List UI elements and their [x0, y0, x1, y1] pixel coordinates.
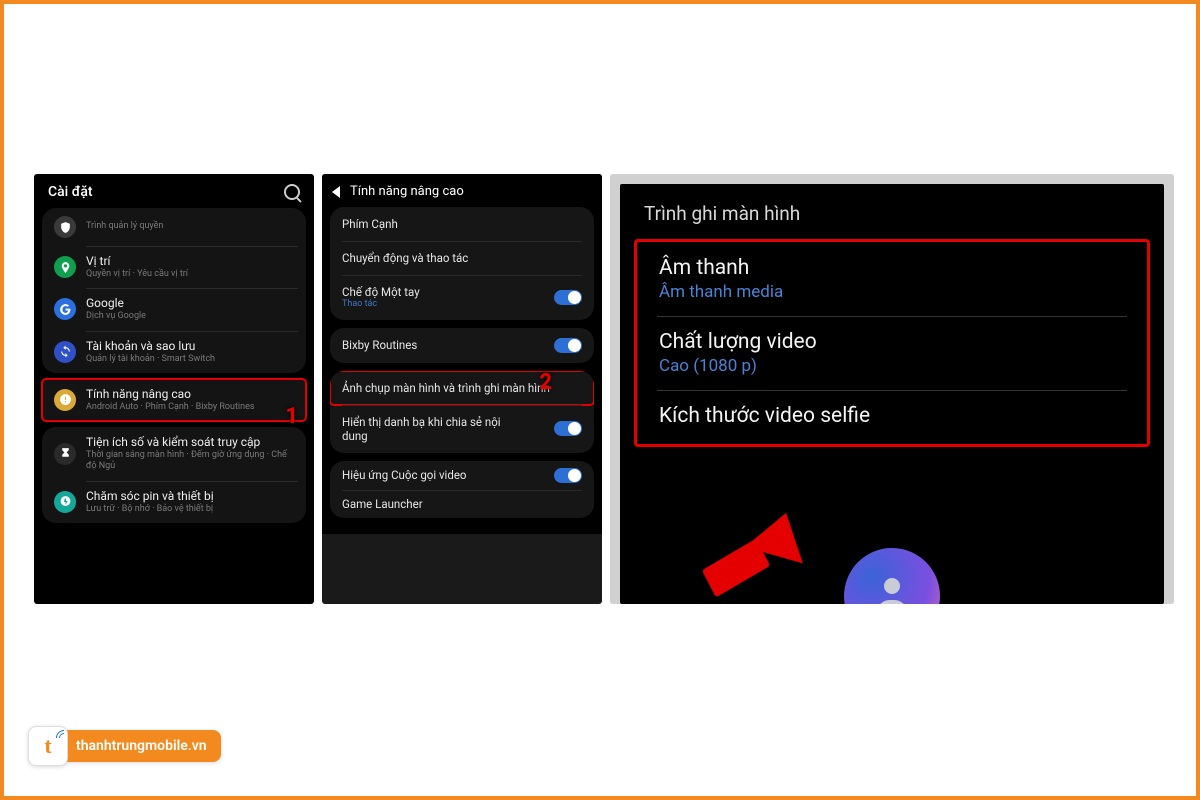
toggle-switch[interactable]	[554, 468, 582, 483]
settings-sub: Android Auto · Phím Cạnh · Bixby Routine…	[86, 402, 294, 413]
step-badge-1: 1	[285, 404, 298, 429]
settings-item-google[interactable]: GoogleDịch vụ Google	[42, 288, 306, 330]
adv-label: Game Launcher	[342, 497, 423, 511]
arrow-callout-icon	[706, 552, 766, 584]
settings-item-battery[interactable]: Chăm sóc pin và thiết bịLưu trữ · Bộ nhớ…	[42, 481, 306, 523]
recorder-options-highlighted: Âm thanh Âm thanh media Chất lượng video…	[634, 239, 1150, 447]
settings-item-advanced-highlighted[interactable]: Tính năng nâng caoAndroid Auto · Phím Cạ…	[42, 379, 306, 421]
adv-label: Phím Cạnh	[342, 217, 398, 231]
recorder-item-sound[interactable]: Âm thanh Âm thanh media	[643, 242, 1141, 316]
settings-group-1: Trình quản lý quyền Vị tríQuyền vị trí ·…	[42, 208, 306, 373]
settings-panel: Cài đặt Trình quản lý quyền Vị tríQuyền …	[34, 174, 314, 604]
adv-group-2: Bixby Routines	[330, 328, 594, 363]
settings-label: Google	[86, 296, 294, 311]
settings-label: Chăm sóc pin và thiết bị	[86, 489, 294, 504]
settings-item-digital[interactable]: Tiện ích số và kiểm soát truy cậpThời gi…	[42, 427, 306, 481]
settings-label: Vị trí	[86, 254, 294, 269]
adv-sub: Thao tác	[342, 299, 420, 310]
settings-sub: Lưu trữ · Bộ nhớ · Bảo vệ thiết bị	[86, 504, 294, 515]
sync-icon	[54, 341, 76, 363]
settings-label: Tính năng nâng cao	[86, 387, 294, 402]
settings-sub: Dịch vụ Google	[86, 311, 294, 322]
adv-item-bixby[interactable]: Bixby Routines	[330, 328, 594, 363]
recorder-value: Âm thanh media	[659, 282, 1125, 302]
triptych-container: Cài đặt Trình quản lý quyền Vị tríQuyền …	[34, 174, 1174, 604]
tutorial-frame: Cài đặt Trình quản lý quyền Vị tríQuyền …	[0, 0, 1200, 800]
advanced-panel: Tính năng nâng cao Phím Cạnh Chuyển động…	[322, 174, 602, 604]
settings-header: Cài đặt	[34, 174, 314, 208]
settings-sub: Trình quản lý quyền	[86, 221, 294, 232]
recorder-panel-wrap: Trình ghi màn hình Âm thanh Âm thanh med…	[610, 174, 1174, 604]
adv-label: Hiệu ứng Cuộc gọi video	[342, 468, 467, 482]
location-icon	[54, 256, 76, 278]
toggle-switch[interactable]	[554, 290, 582, 305]
recorder-item-quality[interactable]: Chất lượng video Cao (1080 p)	[643, 316, 1141, 390]
watermark-text: thanhtrungmobile.vn	[64, 730, 221, 762]
battery-icon	[54, 491, 76, 513]
advanced-title: Tính năng nâng cao	[350, 184, 464, 199]
recorder-label: Âm thanh	[659, 256, 1125, 280]
watermark-logo-icon: t	[28, 726, 68, 766]
adv-group-4: Hiệu ứng Cuộc gọi video Game Launcher	[330, 461, 594, 518]
adv-group-3: Ảnh chụp màn hình và trình ghi màn hình …	[330, 371, 594, 453]
adv-label: Hiển thị danh bạ khi chia sẻ nội dung	[342, 415, 522, 443]
adv-item-screenshot-highlighted[interactable]: Ảnh chụp màn hình và trình ghi màn hình	[330, 371, 594, 405]
adv-label: Bixby Routines	[342, 338, 417, 352]
settings-item-privacy[interactable]: Trình quản lý quyền	[42, 208, 306, 246]
avatar-icon	[844, 548, 940, 604]
adv-item-onehand[interactable]: Chế độ Một tayThao tác	[330, 275, 594, 320]
adv-label: Ảnh chụp màn hình và trình ghi màn hình	[342, 381, 550, 395]
settings-label: Tài khoản và sao lưu	[86, 339, 294, 354]
recorder-item-selfiesize[interactable]: Kích thước video selfie	[643, 390, 1141, 444]
adv-label: Chuyển động và thao tác	[342, 251, 468, 265]
adv-item-edgekey[interactable]: Phím Cạnh	[330, 207, 594, 241]
back-icon[interactable]	[332, 186, 340, 198]
settings-group-3: Tiện ích số và kiểm soát truy cậpThời gi…	[42, 427, 306, 523]
settings-sub: Quản lý tài khoản · Smart Switch	[86, 354, 294, 365]
google-icon	[54, 298, 76, 320]
advanced-icon	[54, 389, 76, 411]
adv-item-gamelauncher[interactable]: Game Launcher	[330, 490, 594, 518]
watermark: t thanhtrungmobile.vn	[28, 726, 221, 766]
shield-icon	[54, 216, 76, 238]
settings-item-location[interactable]: Vị tríQuyền vị trí · Yêu cầu vị trí	[42, 246, 306, 288]
recorder-label: Chất lượng video	[659, 330, 1125, 354]
signal-icon	[56, 730, 64, 738]
adv-item-motions[interactable]: Chuyển động và thao tác	[330, 241, 594, 275]
adv-group-1: Phím Cạnh Chuyển động và thao tác Chế độ…	[330, 207, 594, 320]
settings-sub: Quyền vị trí · Yêu cầu vị trí	[86, 269, 294, 280]
recorder-panel: Trình ghi màn hình Âm thanh Âm thanh med…	[620, 184, 1164, 604]
settings-title: Cài đặt	[48, 184, 93, 200]
recorder-value: Cao (1080 p)	[659, 356, 1125, 376]
settings-item-accounts[interactable]: Tài khoản và sao lưuQuản lý tài khoản · …	[42, 331, 306, 373]
search-icon[interactable]	[284, 184, 300, 200]
settings-sub: Thời gian sáng màn hình · Đếm giờ ứng dụ…	[86, 450, 294, 473]
hourglass-icon	[54, 443, 76, 465]
toggle-switch[interactable]	[554, 421, 582, 436]
recorder-label: Kích thước video selfie	[659, 404, 1125, 428]
recorder-title: Trình ghi màn hình	[620, 192, 1164, 239]
settings-label: Tiện ích số và kiểm soát truy cập	[86, 435, 294, 450]
adv-item-videocall[interactable]: Hiệu ứng Cuộc gọi video	[330, 461, 594, 490]
toggle-switch[interactable]	[554, 338, 582, 353]
step-badge-2: 2	[539, 370, 552, 395]
adv-item-showcontacts[interactable]: Hiển thị danh bạ khi chia sẻ nội dung	[330, 405, 594, 453]
adv-label: Chế độ Một tay	[342, 285, 420, 299]
advanced-header: Tính năng nâng cao	[322, 174, 602, 207]
